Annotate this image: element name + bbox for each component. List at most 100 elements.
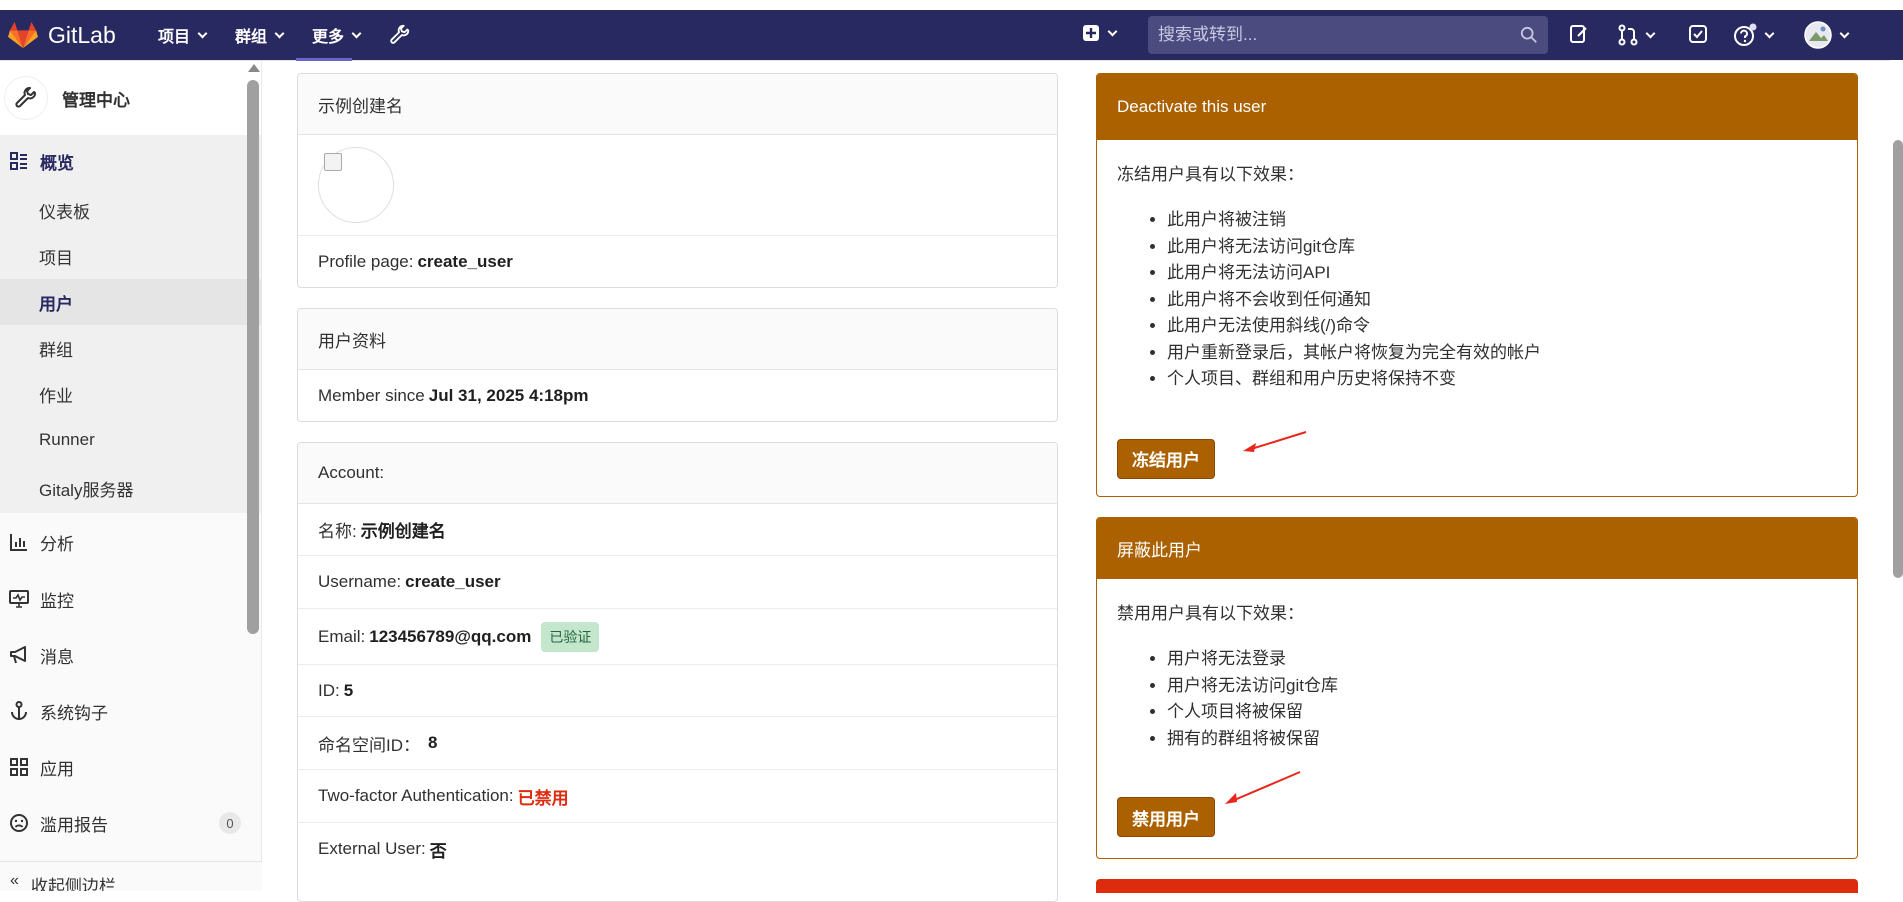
profile-card-header: 示例创建名 bbox=[298, 74, 1057, 135]
nav-menu: 项目 群组 更多 bbox=[158, 23, 440, 47]
plus-square-icon bbox=[1083, 25, 1099, 41]
page-scrollbar[interactable] bbox=[1893, 140, 1903, 578]
deactivate-intro: 冻结用户具有以下效果： bbox=[1117, 165, 1304, 184]
sidebar-item-monitoring[interactable]: 监控 bbox=[0, 571, 261, 627]
sidebar-item-abuse-reports[interactable]: 滥用报告 0 bbox=[0, 795, 261, 851]
block-user-card: 屏蔽此用户 禁用用户具有以下效果： 用户将无法登录 用户将无法访问git仓库 个… bbox=[1096, 517, 1858, 859]
chevron-down-icon bbox=[274, 28, 285, 38]
list-item: 用户重新登录后，其帐户将恢复为完全有效的帐户 bbox=[1167, 340, 1837, 367]
admin-wrench-icon[interactable] bbox=[389, 24, 411, 46]
merge-request-icon bbox=[1618, 24, 1638, 46]
overview-group: 概览 仪表板 项目 用户 群组 作业 Runner Gitaly服务器 bbox=[0, 135, 261, 513]
two-factor-row: Two-factor Authentication: 已禁用 bbox=[298, 770, 1057, 823]
sidebar-item-runner[interactable]: Runner bbox=[0, 417, 261, 463]
admin-avatar bbox=[4, 76, 48, 120]
chart-icon bbox=[8, 533, 30, 551]
tanuki-icon bbox=[8, 21, 38, 49]
id-value: 5 bbox=[343, 680, 354, 700]
username-row: Username: create_user bbox=[298, 556, 1057, 609]
sidebar-item-projects[interactable]: 项目 bbox=[0, 233, 261, 279]
help-dropdown[interactable] bbox=[1733, 23, 1775, 47]
sidebar-item-applications[interactable]: 应用 bbox=[0, 739, 261, 795]
chevron-down-icon bbox=[1764, 28, 1775, 38]
block-card-header: 屏蔽此用户 bbox=[1097, 518, 1857, 579]
sidebar-item-gitaly[interactable]: Gitaly服务器 bbox=[0, 463, 261, 513]
merge-requests-dropdown[interactable] bbox=[1618, 24, 1656, 46]
sidebar-item-messages[interactable]: 消息 bbox=[0, 627, 261, 683]
verified-badge: 已验证 bbox=[541, 621, 600, 652]
name-value: 示例创建名 bbox=[360, 522, 446, 541]
admin-sidebar: 管理中心 概览 仪表板 项目 用户 群组 作业 Runner Gitaly服务器… bbox=[0, 61, 262, 891]
block-intro: 禁用用户具有以下效果： bbox=[1117, 604, 1304, 623]
sidebar-item-dashboard[interactable]: 仪表板 bbox=[0, 187, 261, 233]
list-item: 此用户将无法访问git仓库 bbox=[1167, 234, 1837, 261]
deactivate-user-button[interactable]: 冻结用户 bbox=[1117, 438, 1215, 479]
brand-name: GitLab bbox=[48, 21, 116, 48]
external-user-value: 否 bbox=[429, 841, 447, 861]
email-value: 123456789@qq.com bbox=[369, 626, 532, 646]
issues-icon[interactable] bbox=[1569, 24, 1589, 44]
list-item: 个人项目将被保留 bbox=[1167, 699, 1837, 726]
top-strip bbox=[0, 0, 1903, 10]
list-item: 此用户将被注销 bbox=[1167, 207, 1837, 234]
email-row: Email: 123456789@qq.com 已验证 bbox=[298, 609, 1057, 665]
subnav-divider bbox=[0, 60, 1890, 61]
user-avatar-dropdown[interactable] bbox=[1804, 21, 1850, 49]
sidebar-scroll-up-arrow[interactable] bbox=[248, 64, 260, 72]
abuse-report-count-badge: 0 bbox=[219, 812, 241, 834]
chevron-down-icon bbox=[1839, 28, 1850, 38]
todo-icon[interactable] bbox=[1688, 24, 1708, 44]
profile-card: 示例创建名 Profile page: create_user bbox=[297, 73, 1058, 288]
smiley-icon bbox=[8, 813, 30, 833]
list-item: 个人项目、群组和用户历史将保持不变 bbox=[1167, 366, 1837, 393]
deactivate-user-card: Deactivate this user 冻结用户具有以下效果： 此用户将被注销… bbox=[1096, 73, 1858, 497]
collapse-sidebar-button[interactable]: « 收起侧边栏 bbox=[0, 861, 262, 891]
list-item: 用户将无法访问git仓库 bbox=[1167, 673, 1837, 700]
chevron-down-icon bbox=[197, 28, 208, 38]
chevron-down-icon bbox=[351, 28, 362, 38]
member-since-value: Jul 31, 2025 4:18pm bbox=[428, 386, 589, 405]
list-item: 用户将无法登录 bbox=[1167, 646, 1837, 673]
deactivate-effects-list: 此用户将被注销 此用户将无法访问git仓库 此用户将无法访问API 此用户将不会… bbox=[1167, 207, 1837, 393]
account-header: Account: bbox=[298, 443, 1057, 504]
block-card-body: 禁用用户具有以下效果： 用户将无法登录 用户将无法访问git仓库 个人项目将被保… bbox=[1097, 579, 1857, 837]
nav-more-menu[interactable]: 更多 bbox=[312, 23, 362, 47]
new-dropdown[interactable] bbox=[1082, 24, 1118, 42]
sidebar-item-analytics[interactable]: 分析 bbox=[0, 513, 261, 571]
list-item: 此用户将无法访问API bbox=[1167, 260, 1837, 287]
avatar-icon bbox=[1804, 21, 1832, 49]
account-card: Account: 名称: 示例创建名 Username: create_user… bbox=[297, 442, 1058, 902]
sidebar-item-users[interactable]: 用户 bbox=[0, 279, 261, 325]
search-box[interactable] bbox=[1148, 16, 1548, 54]
sidebar-item-system-hooks[interactable]: 系统钩子 bbox=[0, 683, 261, 739]
annotation-arrow bbox=[1243, 431, 1307, 452]
gitlab-logo[interactable]: GitLab bbox=[8, 21, 148, 49]
id-row: ID: 5 bbox=[298, 665, 1057, 717]
sidebar-scrollbar[interactable] bbox=[247, 80, 259, 634]
sidebar-header[interactable]: 管理中心 bbox=[0, 61, 261, 135]
block-effects-list: 用户将无法登录 用户将无法访问git仓库 个人项目将被保留 拥有的群组将被保留 bbox=[1167, 646, 1837, 752]
block-user-button[interactable]: 禁用用户 bbox=[1117, 797, 1215, 837]
megaphone-icon bbox=[8, 646, 30, 664]
sidebar-item-jobs[interactable]: 作业 bbox=[0, 371, 261, 417]
member-since-row: Member since Jul 31, 2025 4:18pm bbox=[318, 386, 589, 405]
profile-page-link[interactable]: create_user bbox=[417, 252, 512, 272]
deactivate-card-body: 冻结用户具有以下效果： 此用户将被注销 此用户将无法访问git仓库 此用户将无法… bbox=[1097, 140, 1857, 479]
sidebar-item-overview[interactable]: 概览 bbox=[0, 135, 261, 187]
profile-avatar-row bbox=[298, 135, 1057, 236]
username-value: create_user bbox=[405, 572, 501, 591]
search-input[interactable] bbox=[1158, 25, 1498, 45]
namespace-id-row: 命名空间ID： 8 bbox=[298, 717, 1057, 770]
two-factor-status: 已禁用 bbox=[517, 788, 569, 808]
list-item: 此用户将不会收到任何通知 bbox=[1167, 287, 1837, 314]
user-avatar-image bbox=[318, 147, 394, 223]
monitor-icon bbox=[8, 590, 30, 608]
sidebar-item-groups[interactable]: 群组 bbox=[0, 325, 261, 371]
nav-groups-menu[interactable]: 群组 bbox=[235, 23, 285, 47]
double-chevron-left-icon: « bbox=[10, 872, 19, 889]
namespace-id-value: 8 bbox=[428, 733, 438, 752]
sidebar-title: 管理中心 bbox=[62, 90, 130, 110]
chevron-down-icon bbox=[1107, 26, 1118, 36]
active-tab-indicator bbox=[296, 58, 352, 61]
nav-projects-menu[interactable]: 项目 bbox=[158, 23, 208, 47]
